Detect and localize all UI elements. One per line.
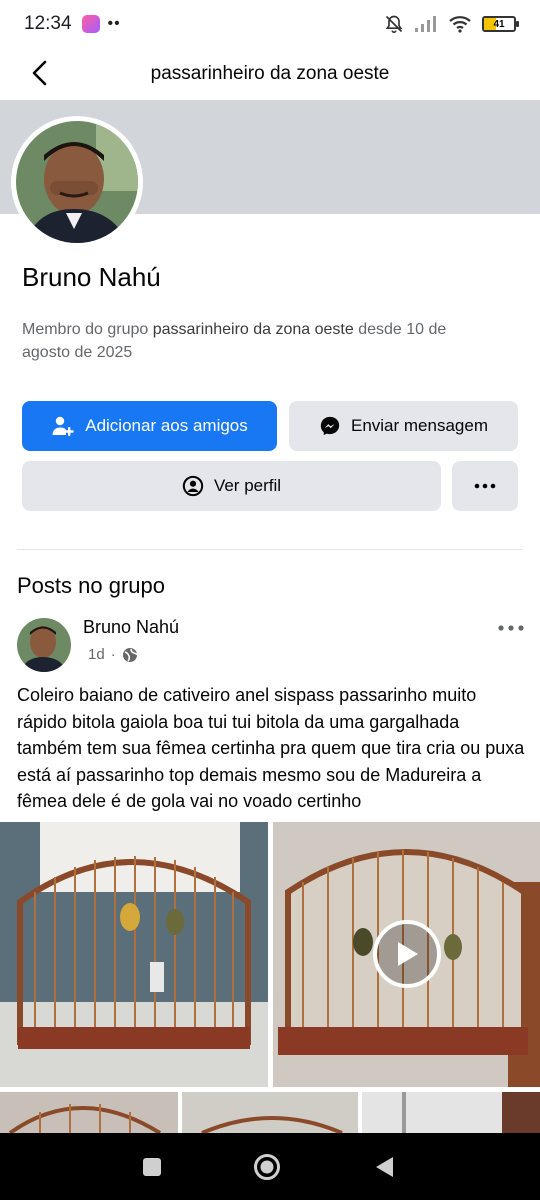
post-text: Coleiro baiano de cativeiro anel sispass… (17, 685, 525, 811)
user-circle-icon (182, 475, 204, 497)
send-message-label: Enviar mensagem (350, 416, 488, 435)
status-time: 12:34 (24, 13, 72, 34)
meta-separator: · (110, 646, 116, 663)
status-indicators: 41 (384, 14, 519, 34)
post-photo-2[interactable] (0, 1092, 178, 1133)
more-options-button[interactable] (452, 461, 518, 511)
triangle-back-icon (376, 1157, 393, 1177)
add-friend-button[interactable]: Adicionar aos amigos (22, 401, 277, 451)
circle-icon (254, 1154, 280, 1180)
page-header: passarinheiro da zona oeste (0, 48, 540, 100)
birdcage-photo (0, 822, 268, 1087)
post-author-name[interactable]: Bruno Nahú (83, 617, 179, 638)
posts-section-title: Posts no grupo (17, 573, 165, 598)
square-icon (143, 1158, 161, 1176)
birdcage-photo (201, 1116, 343, 1133)
play-icon (398, 942, 418, 966)
back-button[interactable] (22, 56, 56, 90)
post-options-button[interactable] (496, 616, 526, 640)
more-horizontal-icon (498, 625, 524, 631)
chevron-left-icon (32, 60, 47, 86)
battery-icon: 41 (482, 16, 519, 32)
profile-photo (16, 121, 138, 243)
status-bar: 12:34 •• 41 (0, 0, 540, 48)
more-notifications-icon: •• (107, 15, 121, 32)
send-message-button[interactable]: Enviar mensagem (289, 401, 518, 451)
wifi-icon (449, 16, 471, 33)
view-profile-label: Ver perfil (213, 476, 282, 495)
page-title: passarinheiro da zona oeste (150, 63, 390, 84)
add-friend-label: Adicionar aos amigos (85, 416, 248, 435)
post-photo-1[interactable] (0, 822, 268, 1087)
view-profile-button[interactable]: Ver perfil (22, 461, 441, 511)
back-nav-button[interactable] (368, 1151, 400, 1183)
recent-apps-button[interactable] (136, 1151, 168, 1183)
profile-name: Bruno Nahú (22, 262, 161, 292)
profile-avatar[interactable] (11, 116, 143, 248)
add-person-icon (52, 416, 74, 436)
system-navigation-bar (0, 1133, 540, 1200)
post-author-avatar[interactable] (17, 618, 71, 672)
section-divider (17, 549, 523, 550)
birdcage-photo (402, 1092, 540, 1133)
group-name-link[interactable]: passarinheiro da zona oeste (153, 321, 354, 338)
birdcage-photo (8, 1104, 162, 1133)
bell-muted-icon (385, 15, 403, 34)
play-button[interactable] (373, 920, 441, 988)
post-author-photo (17, 618, 71, 672)
signal-icon (415, 16, 436, 32)
post-video-1[interactable] (273, 822, 540, 1087)
more-horizontal-icon (474, 483, 496, 489)
home-button[interactable] (251, 1151, 283, 1183)
membership-info: Membro do grupo passarinheiro da zona oe… (22, 321, 447, 361)
post-meta: 1d · (88, 646, 138, 663)
globe-icon (122, 647, 138, 662)
post-time[interactable]: 1d (88, 646, 105, 663)
messenger-icon (320, 416, 340, 436)
post-photo-4[interactable] (362, 1092, 540, 1133)
app-notification-icon (81, 15, 100, 33)
post-photo-3[interactable] (182, 1092, 358, 1133)
